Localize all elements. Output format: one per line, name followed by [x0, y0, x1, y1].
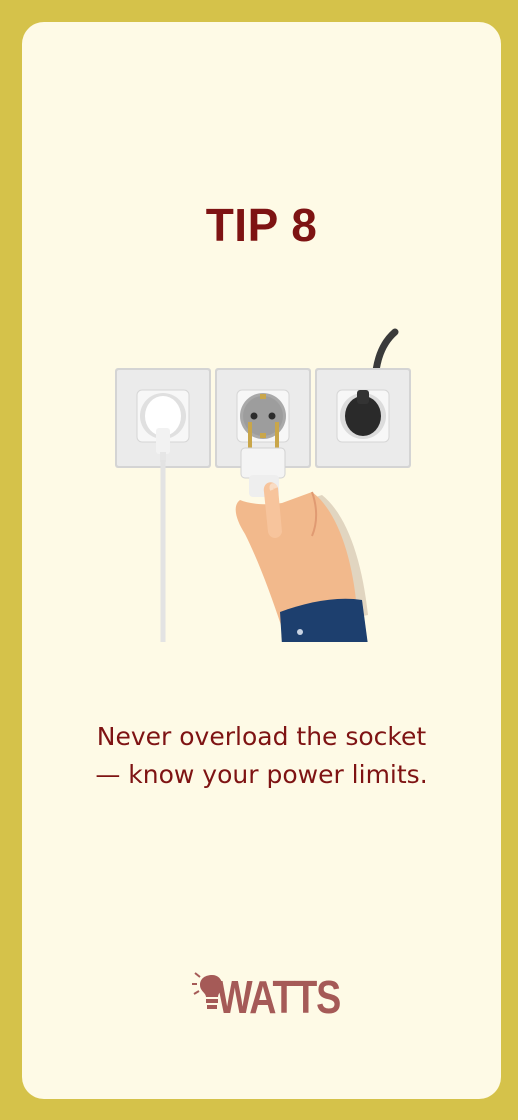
socket-illustration	[115, 328, 411, 642]
tip-card: TIP 8 Never overload the socket — know y…	[22, 22, 501, 1099]
hand-icon	[235, 482, 368, 642]
watts-logo: WATTS	[192, 969, 341, 1025]
tip-line-1: Never overload the socket	[96, 722, 427, 751]
tip-description: Never overload the socket — know your po…	[62, 718, 461, 794]
tip-line-2: — know your power limits.	[95, 760, 428, 789]
brand-name: WATTS	[217, 971, 341, 1023]
tip-title: TIP 8	[205, 199, 318, 251]
